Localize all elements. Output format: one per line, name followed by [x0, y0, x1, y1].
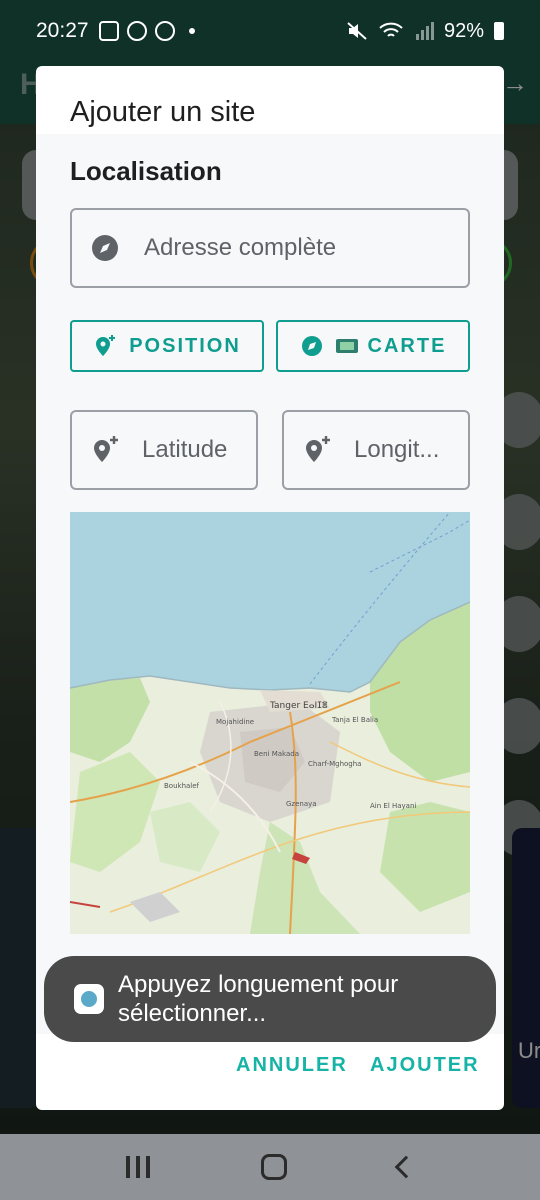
signal-icon	[415, 22, 434, 40]
status-bar: 20:27 92%	[0, 0, 540, 62]
app-notification-icon	[126, 21, 147, 41]
add-location-icon	[94, 436, 118, 462]
home-icon[interactable]	[260, 1154, 287, 1180]
position-button-label: POSITION	[129, 334, 241, 357]
position-button[interactable]: POSITION	[70, 320, 264, 372]
map-label: Beni Makada	[254, 750, 299, 758]
longitude-input[interactable]: Longit...	[282, 410, 470, 490]
app-notification-icon	[154, 21, 175, 41]
map-button-label: CARTE	[367, 334, 447, 357]
notification-icons	[98, 21, 195, 41]
map-canvas: Tanger ⴹⴰⵏⵊⴻ Mojahidine Beni Makada Tanj…	[70, 512, 470, 934]
app-icon	[74, 984, 104, 1014]
recent-apps-icon[interactable]	[125, 1156, 150, 1178]
dialog-title: Ajouter un site	[70, 96, 256, 128]
dialog-content: Localisation Adresse complète POSITION C…	[36, 134, 504, 1034]
latitude-input[interactable]: Latitude	[70, 410, 258, 490]
map-button[interactable]: CARTE	[276, 320, 470, 372]
toast-message: Appuyez longuement pour sélectionner...	[44, 956, 496, 1042]
battery-percent: 92%	[443, 19, 484, 42]
more-notifications-icon	[188, 28, 195, 34]
status-time: 20:27	[36, 19, 89, 42]
compass-icon	[92, 235, 118, 261]
map-label: Boukhalef	[164, 782, 200, 790]
section-title: Localisation	[70, 156, 222, 186]
map-label: Mojahidine	[216, 718, 254, 726]
map-flag-icon	[335, 339, 358, 353]
add-button[interactable]: AJOUTER	[370, 1054, 480, 1077]
add-location-icon	[306, 436, 330, 462]
latitude-placeholder: Latitude	[142, 436, 228, 463]
dialog-actions: ANNULER AJOUTER	[36, 1054, 504, 1094]
map-label: Gzenaya	[286, 800, 317, 808]
address-input[interactable]: Adresse complète	[70, 208, 470, 288]
map-label: Charf-Mghogha	[308, 760, 361, 768]
wifi-icon	[379, 22, 403, 37]
back-icon[interactable]	[394, 1155, 418, 1179]
map-view[interactable]: Tanger ⴹⴰⵏⵊⴻ Mojahidine Beni Makada Tanj…	[70, 512, 470, 934]
cancel-button[interactable]: ANNULER	[236, 1054, 348, 1077]
add-site-dialog: Ajouter un site Localisation Adresse com…	[36, 66, 504, 1110]
mute-icon	[347, 22, 367, 40]
gallery-icon	[98, 21, 119, 41]
compass-icon	[301, 336, 322, 356]
status-right: 92%	[346, 20, 504, 43]
add-location-icon	[96, 335, 116, 356]
system-nav-bar	[0, 1134, 540, 1200]
map-label: Ain El Hayani	[370, 802, 416, 810]
longitude-placeholder: Longit...	[354, 436, 440, 463]
battery-icon	[494, 22, 504, 40]
map-label: Tanja El Balia	[331, 716, 378, 724]
toast-text: Appuyez longuement pour sélectionner...	[118, 971, 399, 1027]
address-placeholder: Adresse complète	[144, 234, 337, 261]
map-label: Tanger ⴹⴰⵏⵊⴻ	[269, 701, 328, 711]
